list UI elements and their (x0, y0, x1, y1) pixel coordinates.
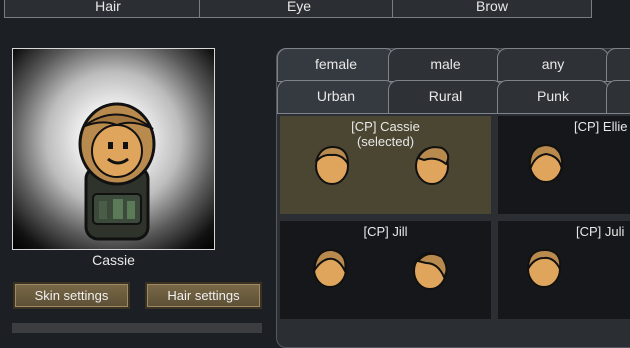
pawn-preview (12, 48, 215, 250)
tab-female-label: female (314, 56, 358, 72)
pawn-portrait (78, 102, 156, 241)
hair-style-cell-juli[interactable]: [CP] Juli (498, 221, 630, 319)
tab-any[interactable]: any (497, 48, 609, 82)
tab-more-gender[interactable] (606, 48, 630, 82)
tab-brow-label: Brow (476, 0, 508, 14)
tab-eye-label: Eye (286, 0, 312, 14)
hair-style-label: [CP] Jill (363, 224, 408, 239)
tab-punk-label: Punk (537, 88, 569, 104)
tab-hair-label: Hair (95, 0, 121, 14)
tab-any-label: any (541, 56, 565, 72)
tab-urban-label: Urban (316, 88, 356, 104)
hair-style-cell-cassie[interactable]: [CP] Cassie (selected) (280, 116, 491, 214)
tab-urban[interactable]: Urban (277, 80, 395, 114)
skin-settings-button[interactable]: Skin settings (13, 282, 130, 309)
hair-preview-front-icon (528, 143, 564, 183)
hair-style-label: [CP] Ellie (574, 119, 628, 134)
scroll-bar[interactable] (12, 323, 262, 333)
tab-brow[interactable]: Brow (392, 0, 592, 18)
hair-preview-front-icon (313, 248, 347, 288)
tab-rural-label: Rural (428, 88, 463, 104)
hair-style-cell-jill[interactable]: [CP] Jill (280, 221, 491, 319)
hair-style-label: [CP] Juli (576, 224, 625, 239)
hair-preview-side-icon (415, 146, 450, 185)
tab-male[interactable]: male (388, 48, 503, 82)
hair-preview-front-icon (527, 248, 562, 288)
tab-eye[interactable]: Eye (199, 0, 399, 18)
hair-preview-front-icon (315, 145, 350, 185)
hair-settings-button[interactable]: Hair settings (145, 282, 262, 309)
tab-male-label: male (430, 56, 461, 72)
tab-female[interactable]: female (277, 48, 395, 82)
pawn-name-label: Cassie (92, 252, 135, 268)
hair-style-cell-ellie[interactable]: [CP] Ellie (498, 116, 630, 214)
hair-preview-side-icon (413, 252, 448, 290)
tab-hair[interactable]: Hair (4, 0, 212, 18)
tab-more-style[interactable] (606, 80, 630, 114)
tab-punk[interactable]: Punk (497, 80, 609, 114)
tab-rural[interactable]: Rural (388, 80, 503, 114)
